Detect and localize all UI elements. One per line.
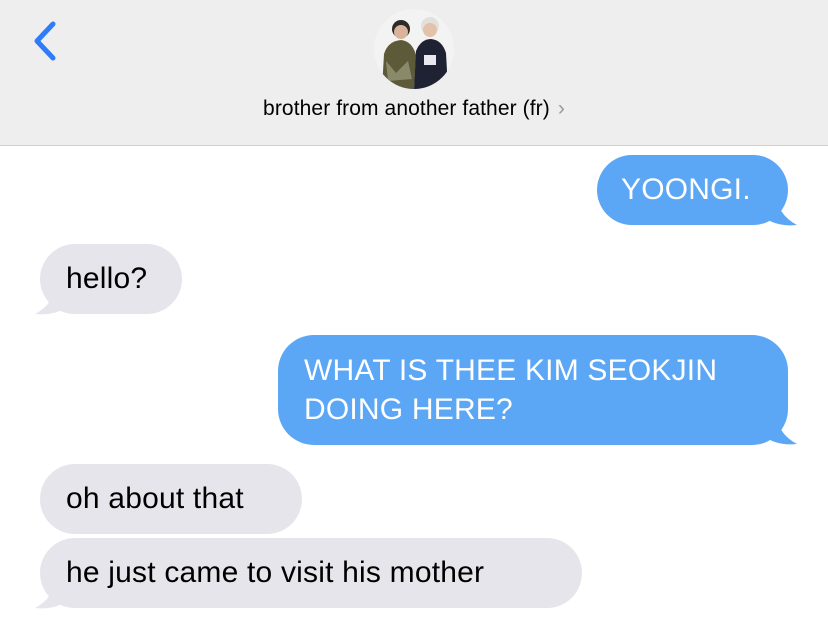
message-bubble-received[interactable]: hello? [40, 244, 182, 314]
contact-name: brother from another father (fr) [263, 97, 550, 120]
message-thread[interactable]: YOONGI. hello? WHAT IS THEE KIM SEOKJIN … [0, 146, 828, 621]
message-text: he just came to visit his mother [66, 556, 485, 589]
message-bubble-received[interactable]: oh about that [40, 464, 302, 534]
message-text: YOONGI. [621, 173, 751, 206]
contact-name-button[interactable]: brother from another father (fr) › [0, 97, 828, 121]
message-text: hello? [66, 262, 148, 295]
conversation-header: brother from another father (fr) › [0, 0, 828, 146]
back-button[interactable] [28, 20, 68, 64]
message-bubble-received[interactable]: he just came to visit his mother [40, 538, 582, 608]
contact-photo-icon [374, 9, 454, 89]
message-bubble-sent[interactable]: WHAT IS THEE KIM SEOKJIN DOING HERE? [278, 335, 788, 445]
chevron-left-icon [34, 21, 56, 61]
message-text: WHAT IS THEE KIM SEOKJIN DOING HERE? [304, 354, 718, 426]
chevron-right-icon: › [557, 97, 565, 120]
message-bubble-sent[interactable]: YOONGI. [597, 155, 788, 225]
message-text: oh about that [66, 482, 244, 515]
avatar[interactable] [374, 9, 454, 89]
